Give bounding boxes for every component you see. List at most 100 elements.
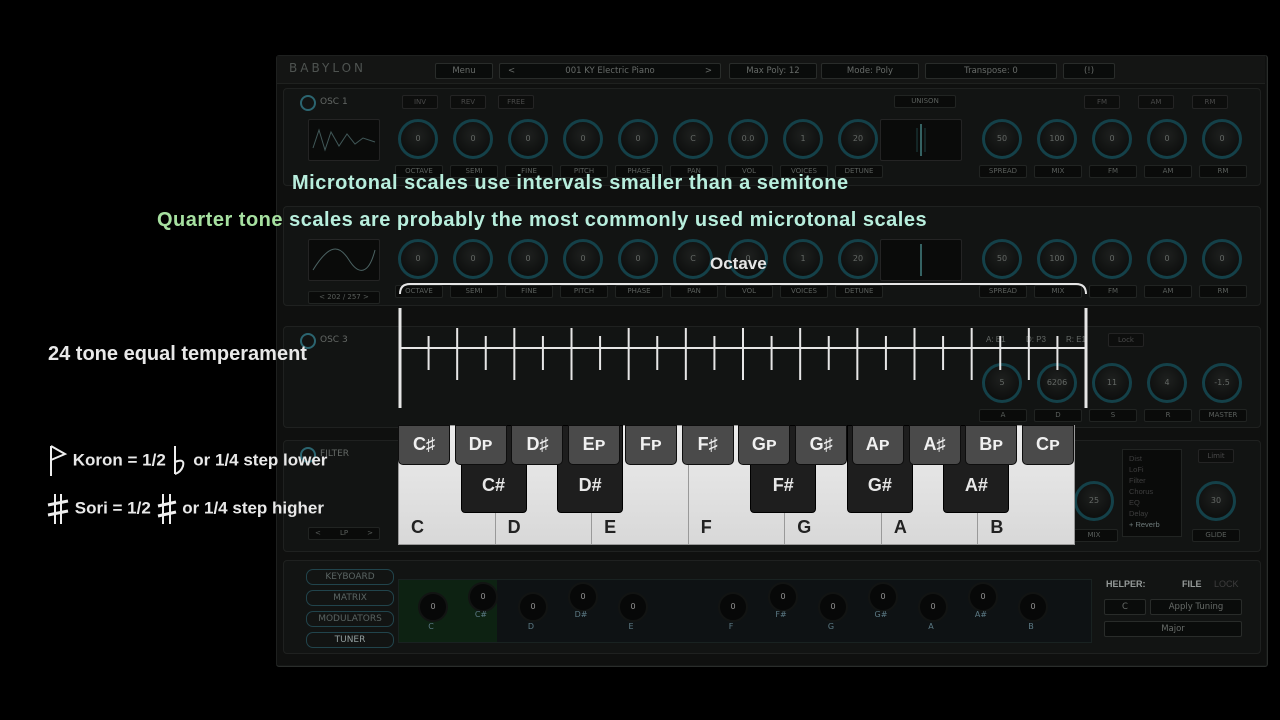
tuner-note-label: C# (474, 610, 488, 619)
tuner-knob-f[interactable]: 0 (718, 592, 748, 622)
tuner-knob-e[interactable]: 0 (618, 592, 648, 622)
transpose-field[interactable]: Transpose: 0 (925, 63, 1057, 79)
scale-selector[interactable]: Major (1104, 621, 1242, 637)
tuner-knob-a[interactable]: 0 (918, 592, 948, 622)
preset-selector[interactable]: < 001 KY Electric Piano > (499, 63, 721, 79)
limit-button[interactable]: Limit (1198, 449, 1234, 463)
mix-knob[interactable]: 100 (1037, 239, 1077, 279)
pan-knob[interactable]: C (673, 239, 713, 279)
osc2-waveform-display[interactable] (308, 239, 380, 281)
fx-item[interactable]: Filter (1129, 476, 1146, 485)
rm-knob[interactable]: 0 (1202, 119, 1242, 159)
black-key-label: D# (578, 475, 602, 495)
quarter-tone-key[interactable]: Fᴘ (624, 425, 677, 465)
quarter-tone-key[interactable]: Gᴘ (738, 425, 791, 465)
tuner-tab[interactable]: TUNER (306, 632, 394, 648)
matrix-tab[interactable]: MATRIX (306, 590, 394, 606)
rm-knob[interactable]: 0 (1202, 239, 1242, 279)
osc1-waveform-display[interactable] (308, 119, 380, 161)
filter-next-icon[interactable]: > (367, 528, 373, 539)
help-button[interactable]: (!) (1063, 63, 1115, 79)
semi-knob[interactable]: 0 (453, 239, 493, 279)
fx-item[interactable]: + Reverb (1129, 520, 1160, 529)
file-button[interactable]: FILE (1182, 579, 1202, 589)
preset-prev-button[interactable]: < (508, 64, 515, 78)
quarter-tone-key[interactable]: A♯ (908, 425, 961, 465)
pitch-knob[interactable]: 0 (563, 119, 603, 159)
fm-knob[interactable]: 0 (1092, 119, 1132, 159)
octave-knob[interactable]: 0 (398, 119, 438, 159)
env-lock-button[interactable]: Lock (1108, 333, 1144, 347)
pitch-knob[interactable]: 0 (563, 239, 603, 279)
filter-type-selector[interactable]: < LP > (308, 527, 380, 540)
quarter-tone-key[interactable]: G♯ (795, 425, 848, 465)
glide-knob[interactable]: 30 (1196, 481, 1236, 521)
fm-knob[interactable]: 0 (1092, 239, 1132, 279)
max-poly-field[interactable]: Max Poly: 12 (729, 63, 817, 79)
osc1-am-toggle[interactable]: AM (1138, 95, 1174, 109)
am-knob[interactable]: 0 (1147, 119, 1187, 159)
am-knob[interactable]: 0 (1147, 239, 1187, 279)
fine-knob[interactable]: 0 (508, 239, 548, 279)
master-knob[interactable]: -1.5 (1202, 363, 1242, 403)
osc1-power-icon[interactable] (300, 95, 316, 111)
quarter-tone-key[interactable]: Cᴘ (1022, 425, 1074, 465)
tuner-knob-cs[interactable]: 0 (468, 582, 498, 612)
spread-knob[interactable]: 50 (982, 119, 1022, 159)
apply-tuning-button[interactable]: Apply Tuning (1150, 599, 1242, 615)
spread-knob[interactable]: 50 (982, 239, 1022, 279)
detune-knob[interactable]: 20 (838, 119, 878, 159)
fx-item[interactable]: Dist (1129, 454, 1142, 463)
osc1-inv-button[interactable]: INV (402, 95, 438, 109)
filter-prev-icon[interactable]: < (315, 528, 321, 539)
voices-knob[interactable]: 1 (783, 239, 823, 279)
semi-knob[interactable]: 0 (453, 119, 493, 159)
voices-knob[interactable]: 1 (783, 119, 823, 159)
quarter-tone-key[interactable]: Aᴘ (851, 425, 904, 465)
unison-display[interactable] (880, 119, 962, 161)
detune-knob[interactable]: 20 (838, 239, 878, 279)
keyboard-tab[interactable]: KEYBOARD (306, 569, 394, 585)
pan-knob[interactable]: C (673, 119, 713, 159)
tuner-knob-gs[interactable]: 0 (868, 582, 898, 612)
quarter-tone-key[interactable]: Eᴘ (568, 425, 621, 465)
fx-item[interactable]: LoFi (1129, 465, 1144, 474)
osc2-unison-display[interactable] (880, 239, 962, 281)
menu-button[interactable]: Menu (435, 63, 493, 79)
tuner-knob-d[interactable]: 0 (518, 592, 548, 622)
vol-knob[interactable]: 0.0 (728, 119, 768, 159)
tuner-knob-b[interactable]: 0 (1018, 592, 1048, 622)
s-knob[interactable]: 11 (1092, 363, 1132, 403)
fx-item[interactable]: Delay (1129, 509, 1148, 518)
fx-item[interactable]: Chorus (1129, 487, 1153, 496)
modulators-tab[interactable]: MODULATORS (306, 611, 394, 627)
quarter-tone-key[interactable]: Dᴘ (454, 425, 507, 465)
tuner-knob-g[interactable]: 0 (818, 592, 848, 622)
tuner-knob-c[interactable]: 0 (418, 592, 448, 622)
mix-knob[interactable]: 100 (1037, 119, 1077, 159)
tuner-knob-as[interactable]: 0 (968, 582, 998, 612)
preset-next-button[interactable]: > (705, 64, 712, 78)
phase-knob[interactable]: 0 (618, 119, 658, 159)
white-key-label: A (893, 517, 907, 537)
osc1-free-button[interactable]: FREE (498, 95, 534, 109)
root-note-selector[interactable]: C (1104, 599, 1146, 615)
phase-knob[interactable]: 0 (618, 239, 658, 279)
osc2-wave-counter[interactable]: < 202 / 257 > (308, 291, 380, 304)
tuner-knob-ds[interactable]: 0 (568, 582, 598, 612)
r-knob[interactable]: 4 (1147, 363, 1187, 403)
fine-knob[interactable]: 0 (508, 119, 548, 159)
fx-mix-knob[interactable]: 25 (1074, 481, 1114, 521)
osc1-rm-toggle[interactable]: RM (1192, 95, 1228, 109)
quarter-tone-key[interactable]: F♯ (681, 425, 734, 465)
quarter-tone-key[interactable]: Bᴘ (965, 425, 1018, 465)
quarter-tone-key[interactable]: D♯ (511, 425, 564, 465)
octave-knob[interactable]: 0 (398, 239, 438, 279)
quarter-tone-key[interactable]: C♯ (398, 425, 450, 465)
fx-item[interactable]: EQ (1129, 498, 1140, 507)
lock-button[interactable]: LOCK (1214, 579, 1239, 589)
tuner-knob-fs[interactable]: 0 (768, 582, 798, 612)
osc1-rev-button[interactable]: REV (450, 95, 486, 109)
osc1-fm-toggle[interactable]: FM (1084, 95, 1120, 109)
mode-field[interactable]: Mode: Poly (821, 63, 919, 79)
